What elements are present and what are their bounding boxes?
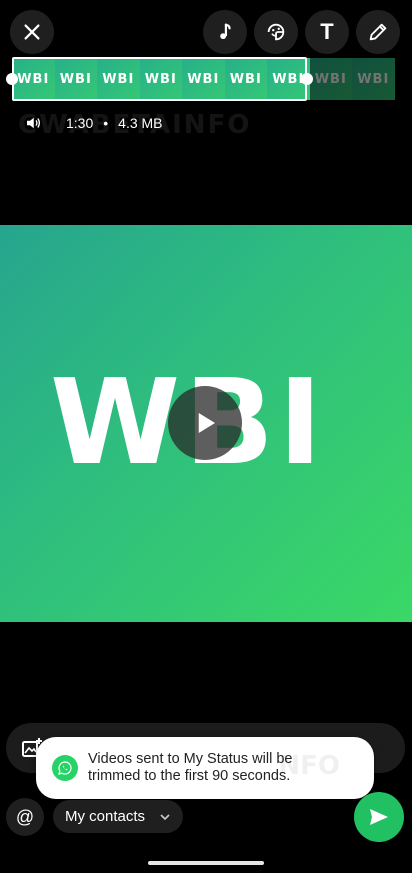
chevron-down-icon [160, 813, 170, 820]
video-size: 4.3 MB [118, 115, 163, 131]
video-meta: 1:30 • 4.3 MB [24, 113, 163, 133]
sticker-button[interactable] [254, 10, 298, 54]
status-trim-toast: Videos sent to My Status will be trimmed… [36, 737, 374, 799]
toast-watermark: NFO [278, 751, 340, 781]
pencil-icon [369, 23, 387, 41]
trim-frame-thumbnail: WBI [309, 58, 352, 100]
audience-label: My contacts [65, 808, 146, 825]
trim-frame-thumbnail: WBI [352, 58, 395, 100]
play-icon [198, 413, 215, 433]
music-note-icon [220, 23, 231, 40]
video-duration: 1:30 [66, 115, 94, 131]
trim-start-handle[interactable] [6, 73, 18, 85]
home-indicator[interactable] [148, 861, 264, 865]
video-preview[interactable]: WBI [0, 225, 412, 622]
close-icon [24, 24, 40, 40]
play-button[interactable] [168, 386, 242, 460]
audience-selector[interactable]: My contacts [53, 800, 183, 833]
volume-icon[interactable] [24, 114, 42, 132]
send-icon [370, 809, 388, 825]
sticker-icon [267, 23, 285, 41]
at-icon: @ [15, 806, 35, 827]
text-button[interactable]: T [305, 10, 349, 54]
trim-end-handle[interactable] [301, 73, 313, 85]
meta-separator: • [103, 115, 109, 131]
mention-button[interactable]: @ [6, 798, 44, 836]
close-button[interactable] [10, 10, 54, 54]
draw-button[interactable] [356, 10, 400, 54]
music-button[interactable] [203, 10, 247, 54]
whatsapp-icon [52, 755, 78, 781]
trim-selection-window[interactable] [12, 57, 307, 101]
text-icon: T [320, 19, 334, 44]
send-button[interactable] [354, 792, 404, 842]
